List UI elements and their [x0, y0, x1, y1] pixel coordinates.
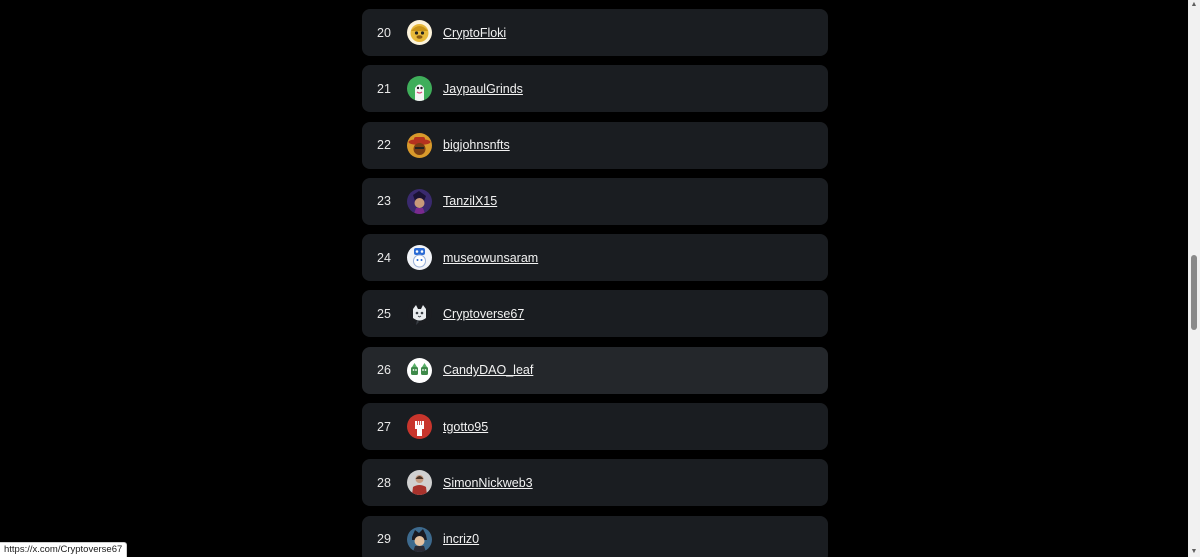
username-link[interactable]: SimonNickweb3	[443, 476, 533, 490]
leaderboard-row[interactable]: 21 JaypaulGrinds	[362, 65, 828, 113]
leaderboard-row[interactable]: 29 incriz0	[362, 515, 828, 557]
rank-number: 27	[377, 419, 391, 434]
rank-number: 20	[377, 25, 391, 40]
username-link[interactable]: museowunsaram	[443, 251, 538, 265]
rank-number: 26	[377, 363, 391, 378]
anime-character-avatar-icon[interactable]	[407, 526, 432, 552]
username-link[interactable]: tgotto95	[443, 420, 488, 434]
leaderboard-row[interactable]: 25 Cryptoverse67	[362, 290, 828, 338]
cat-avatar-icon[interactable]	[407, 301, 432, 327]
username-link[interactable]: CryptoFloki	[443, 26, 506, 40]
leaderboard-row-hovered[interactable]: 26 CandyDAO_leaf	[362, 346, 828, 394]
leaderboard-row[interactable]: 20 CryptoFloki	[362, 9, 828, 56]
rank-number: 23	[377, 194, 391, 209]
leaderboard-row[interactable]: 24 museowunsaram	[362, 234, 828, 282]
username-link[interactable]: JaypaulGrinds	[443, 82, 523, 96]
username-link[interactable]: bigjohnsnfts	[443, 138, 510, 152]
vertical-scrollbar[interactable]: ▲ ▼	[1188, 0, 1200, 557]
rank-number: 29	[377, 532, 391, 547]
scrollbar-thumb[interactable]	[1191, 255, 1197, 330]
leaderboard-list: 20 CryptoFloki 21 JaypaulGrinds 22 bigjo…	[362, 9, 828, 557]
cowboy-avatar-icon[interactable]	[407, 132, 432, 158]
purple-character-avatar-icon[interactable]	[407, 188, 432, 214]
username-link[interactable]: CandyDAO_leaf	[443, 363, 533, 377]
doge-helmet-avatar-icon[interactable]	[407, 20, 432, 45]
rank-number: 25	[377, 306, 391, 321]
green-character-avatar-icon[interactable]	[407, 76, 432, 102]
white-robot-avatar-icon[interactable]	[407, 245, 432, 271]
page-viewport: 20 CryptoFloki 21 JaypaulGrinds 22 bigjo…	[0, 0, 1200, 557]
rank-number: 28	[377, 475, 391, 490]
fist-avatar-icon[interactable]	[407, 414, 432, 440]
leaderboard-row[interactable]: 23 TanzilX15	[362, 177, 828, 225]
leaf-characters-avatar-icon[interactable]	[407, 357, 432, 383]
username-link[interactable]: incriz0	[443, 532, 479, 546]
leaderboard-row[interactable]: 27 tgotto95	[362, 403, 828, 451]
leaderboard-row[interactable]: 28 SimonNickweb3	[362, 459, 828, 507]
status-bar-link-url: https://x.com/Cryptoverse67	[0, 542, 128, 557]
scroll-down-arrow-icon[interactable]: ▼	[1188, 547, 1200, 557]
rank-number: 24	[377, 250, 391, 265]
rank-number: 21	[377, 81, 391, 96]
person-photo-avatar-icon[interactable]	[407, 470, 432, 496]
username-link[interactable]: Cryptoverse67	[443, 307, 524, 321]
username-link[interactable]: TanzilX15	[443, 194, 497, 208]
rank-number: 22	[377, 138, 391, 153]
scroll-up-arrow-icon[interactable]: ▲	[1188, 0, 1200, 10]
leaderboard-row[interactable]: 22 bigjohnsnfts	[362, 121, 828, 169]
